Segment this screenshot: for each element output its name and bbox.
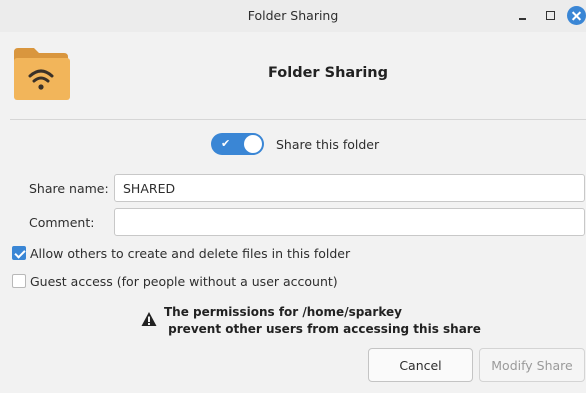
- comment-label: Comment:: [29, 215, 95, 230]
- share-folder-toggle[interactable]: ✔: [211, 133, 264, 155]
- check-icon: ✔: [221, 137, 231, 150]
- share-name-input[interactable]: [114, 174, 585, 202]
- guest-access-checkbox[interactable]: [12, 274, 26, 288]
- warning-line-1: The permissions for /home/sparkey: [164, 305, 402, 319]
- allow-others-label[interactable]: Allow others to create and delete files …: [30, 246, 350, 261]
- share-folder-label: Share this folder: [276, 137, 380, 152]
- warning-line-2: prevent other users from accessing this …: [164, 322, 481, 336]
- allow-others-checkbox[interactable]: [12, 246, 26, 260]
- title-bar: Folder Sharing: [0, 0, 586, 32]
- dialog-heading: Folder Sharing: [267, 65, 389, 81]
- maximize-button[interactable]: [542, 6, 560, 24]
- toggle-knob: [244, 135, 262, 153]
- folder-share-icon: [14, 48, 70, 100]
- minimize-button[interactable]: [514, 6, 532, 24]
- cancel-button[interactable]: Cancel: [368, 348, 473, 382]
- warning-icon: [141, 312, 157, 326]
- comment-input[interactable]: [114, 208, 585, 236]
- close-button[interactable]: [567, 6, 586, 25]
- permissions-warning: The permissions for /home/sparkey preven…: [164, 304, 481, 338]
- share-name-label: Share name:: [29, 181, 109, 196]
- header-separator: [10, 119, 586, 120]
- window-title: Folder Sharing: [247, 8, 339, 23]
- modify-share-button[interactable]: Modify Share: [479, 348, 585, 382]
- guest-access-label[interactable]: Guest access (for people without a user …: [30, 274, 338, 289]
